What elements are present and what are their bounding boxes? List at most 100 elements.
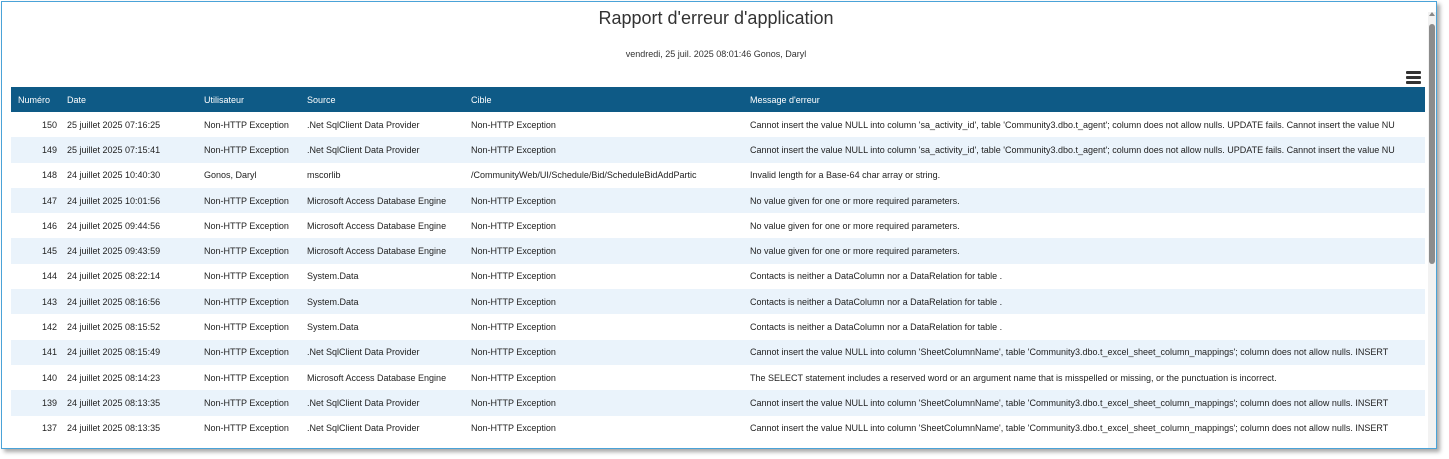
cell-message: No value given for one or more required … bbox=[744, 187, 1425, 214]
cell-source: System.Data bbox=[301, 263, 465, 290]
scrollbar-thumb[interactable] bbox=[1429, 24, 1435, 264]
cell-source: .Net SqlClient Data Provider bbox=[301, 339, 465, 365]
cell-date: 24 juillet 2025 09:43:59 bbox=[61, 238, 198, 264]
cell-utilisateur: Non-HTTP Exception bbox=[198, 390, 301, 416]
cell-source: Microsoft Access Database Engine bbox=[301, 187, 465, 214]
cell-utilisateur: Non-HTTP Exception bbox=[198, 364, 301, 391]
cell-message: The SELECT statement includes a reserved… bbox=[744, 364, 1425, 391]
cell-date: 25 juillet 2025 07:16:25 bbox=[61, 112, 198, 138]
cell-message: No value given for one or more required … bbox=[744, 238, 1425, 264]
cell-numero: 143 bbox=[11, 289, 61, 315]
table-row[interactable]: 141 24 juillet 2025 08:15:49 Non-HTTP Exce… bbox=[11, 339, 1425, 365]
table-row[interactable]: 146 24 juillet 2025 09:44:56 Non-HTTP Exce… bbox=[11, 213, 1425, 239]
table-row[interactable]: 143 24 juillet 2025 08:16:56 Non-HTTP Exce… bbox=[11, 289, 1425, 315]
cell-numero: 148 bbox=[11, 162, 61, 188]
cell-cible: Non-HTTP Exception bbox=[465, 390, 744, 416]
table-row[interactable]: 139 24 juillet 2025 08:13:35 Non-HTTP Exce… bbox=[11, 390, 1425, 416]
cell-numero: 147 bbox=[11, 187, 61, 214]
column-header-source[interactable]: Source bbox=[301, 87, 465, 112]
cell-utilisateur: Non-HTTP Exception bbox=[198, 415, 301, 441]
cell-utilisateur: Non-HTTP Exception bbox=[198, 314, 301, 340]
table-row[interactable]: 142 24 juillet 2025 08:15:52 Non-HTTP Exce… bbox=[11, 314, 1425, 340]
cell-message: Cannot insert the value NULL into column… bbox=[744, 137, 1425, 163]
cell-cible: Non-HTTP Exception bbox=[465, 213, 744, 239]
table-row[interactable]: 140 24 juillet 2025 08:14:23 Non-HTTP Exce… bbox=[11, 364, 1425, 391]
cell-message: Cannot insert the value NULL into column… bbox=[744, 415, 1425, 441]
cell-cible: Non-HTTP Exception bbox=[465, 238, 744, 264]
cell-numero: 146 bbox=[11, 213, 61, 239]
cell-cible: Non-HTTP Exception bbox=[465, 263, 744, 290]
cell-source: .Net SqlClient Data Provider bbox=[301, 112, 465, 138]
cell-numero: 150 bbox=[11, 112, 61, 138]
cell-message: Invalid length for a Base-64 char array … bbox=[744, 162, 1425, 188]
report-subtitle: vendredi, 25 juil. 2025 08:01:46 Gonos, … bbox=[625, 49, 807, 59]
cell-date: 24 juillet 2025 08:13:35 bbox=[61, 390, 198, 416]
cell-numero: 139 bbox=[11, 390, 61, 416]
cell-cible: Non-HTTP Exception bbox=[465, 187, 744, 214]
table-header-row: Numéro Date Utilisateur Source Cible Mes… bbox=[11, 87, 1425, 112]
error-table: Numéro Date Utilisateur Source Cible Mes… bbox=[11, 87, 1425, 441]
cell-numero: 140 bbox=[11, 364, 61, 391]
cell-cible: Non-HTTP Exception bbox=[465, 314, 744, 340]
cell-cible: /CommunityWeb/UI/Schedule/Bid/ScheduleBi… bbox=[465, 162, 744, 188]
cell-message: Cannot insert the value NULL into column… bbox=[744, 339, 1425, 365]
table-row[interactable]: 147 24 juillet 2025 10:01:56 Non-HTTP Exce… bbox=[11, 187, 1425, 214]
cell-source: .Net SqlClient Data Provider bbox=[301, 415, 465, 441]
column-header-utilisateur[interactable]: Utilisateur bbox=[198, 87, 301, 112]
table-row[interactable]: 150 25 juillet 2025 07:16:25 Non-HTTP Exce… bbox=[11, 112, 1425, 138]
table-row[interactable]: 137 24 juillet 2025 08:13:35 Non-HTTP Exce… bbox=[11, 415, 1425, 441]
cell-date: 24 juillet 2025 08:22:14 bbox=[61, 263, 198, 290]
cell-numero: 144 bbox=[11, 263, 61, 290]
cell-source: System.Data bbox=[301, 289, 465, 315]
table-row[interactable]: 149 25 juillet 2025 07:15:41 Non-HTTP Exce… bbox=[11, 137, 1425, 163]
cell-utilisateur: Non-HTTP Exception bbox=[198, 137, 301, 163]
cell-date: 25 juillet 2025 07:15:41 bbox=[61, 137, 198, 163]
cell-source: mscorlib bbox=[301, 162, 465, 188]
column-header-date[interactable]: Date bbox=[61, 87, 198, 112]
cell-message: Contacts is neither a DataColumn nor a D… bbox=[744, 314, 1425, 340]
error-table-container: Numéro Date Utilisateur Source Cible Mes… bbox=[11, 87, 1425, 448]
cell-source: .Net SqlClient Data Provider bbox=[301, 137, 465, 163]
cell-utilisateur: Non-HTTP Exception bbox=[198, 289, 301, 315]
cell-source: Microsoft Access Database Engine bbox=[301, 213, 465, 239]
cell-utilisateur: Non-HTTP Exception bbox=[198, 112, 301, 138]
cell-numero: 142 bbox=[11, 314, 61, 340]
report-window: Rapport d'erreur d'application vendredi,… bbox=[1, 1, 1437, 449]
cell-cible: Non-HTTP Exception bbox=[465, 289, 744, 315]
report-title: Rapport d'erreur d'application bbox=[598, 8, 834, 28]
column-header-cible[interactable]: Cible bbox=[465, 87, 744, 112]
column-header-numero[interactable]: Numéro bbox=[11, 87, 61, 112]
cell-utilisateur: Non-HTTP Exception bbox=[198, 339, 301, 365]
cell-source: Microsoft Access Database Engine bbox=[301, 364, 465, 391]
cell-date: 24 juillet 2025 09:44:56 bbox=[61, 213, 198, 239]
cell-source: System.Data bbox=[301, 314, 465, 340]
column-header-message[interactable]: Message d'erreur bbox=[744, 87, 1425, 112]
cell-date: 24 juillet 2025 10:01:56 bbox=[61, 187, 198, 214]
cell-cible: Non-HTTP Exception bbox=[465, 364, 744, 391]
cell-utilisateur: Gonos, Daryl bbox=[198, 162, 301, 188]
cell-message: Contacts is neither a DataColumn nor a D… bbox=[744, 263, 1425, 290]
table-row[interactable]: 145 24 juillet 2025 09:43:59 Non-HTTP Exce… bbox=[11, 238, 1425, 264]
cell-date: 24 juillet 2025 08:15:52 bbox=[61, 314, 198, 340]
cell-numero: 141 bbox=[11, 339, 61, 365]
cell-date: 24 juillet 2025 08:13:35 bbox=[61, 415, 198, 441]
table-row[interactable]: 148 24 juillet 2025 10:40:30 Gonos, Daryl m… bbox=[11, 162, 1425, 188]
cell-utilisateur: Non-HTTP Exception bbox=[198, 213, 301, 239]
cell-source: Microsoft Access Database Engine bbox=[301, 238, 465, 264]
scroll-up-icon[interactable] bbox=[1429, 12, 1435, 16]
cell-date: 24 juillet 2025 10:40:30 bbox=[61, 162, 198, 188]
cell-date: 24 juillet 2025 08:15:49 bbox=[61, 339, 198, 365]
cell-cible: Non-HTTP Exception bbox=[465, 339, 744, 365]
cell-message: Contacts is neither a DataColumn nor a D… bbox=[744, 289, 1425, 315]
cell-message: No value given for one or more required … bbox=[744, 213, 1425, 239]
cell-numero: 149 bbox=[11, 137, 61, 163]
cell-cible: Non-HTTP Exception bbox=[465, 137, 744, 163]
cell-source: .Net SqlClient Data Provider bbox=[301, 390, 465, 416]
hamburger-menu-icon[interactable] bbox=[1406, 71, 1421, 85]
cell-utilisateur: Non-HTTP Exception bbox=[198, 187, 301, 214]
cell-utilisateur: Non-HTTP Exception bbox=[198, 263, 301, 290]
cell-numero: 137 bbox=[11, 415, 61, 441]
cell-date: 24 juillet 2025 08:14:23 bbox=[61, 364, 198, 391]
cell-message: Cannot insert the value NULL into column… bbox=[744, 112, 1425, 138]
table-row[interactable]: 144 24 juillet 2025 08:22:14 Non-HTTP Exce… bbox=[11, 263, 1425, 290]
